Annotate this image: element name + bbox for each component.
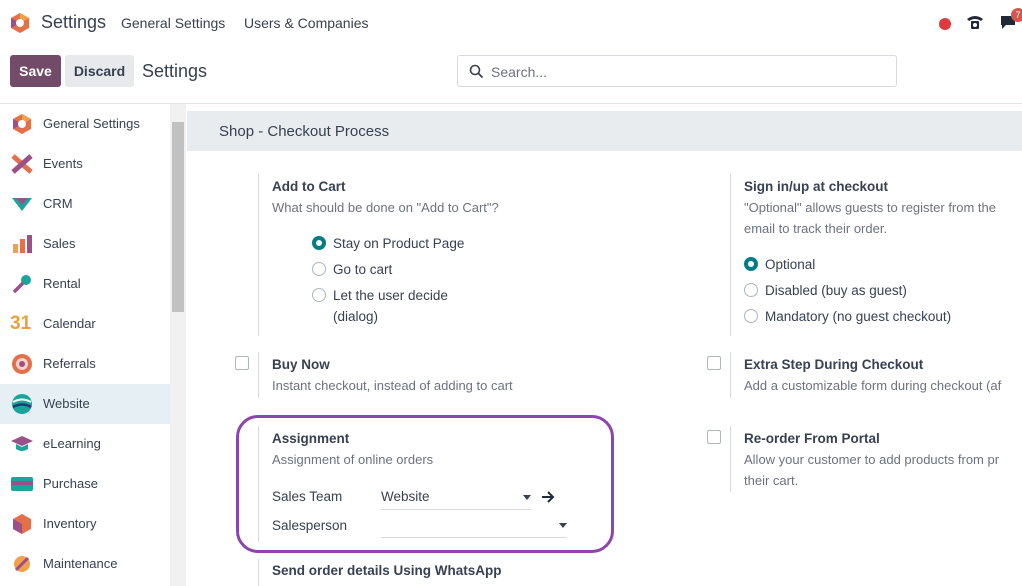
search-icon bbox=[469, 64, 484, 79]
purchase-card-icon bbox=[11, 477, 33, 491]
sidebar-item-label: CRM bbox=[43, 196, 73, 211]
sidebar-item-label: General Settings bbox=[43, 116, 140, 131]
sidebar-item-label: Maintenance bbox=[43, 556, 118, 571]
radio-label: Go to cart bbox=[333, 262, 393, 277]
sidebar-scrollbar-thumb[interactable] bbox=[172, 122, 184, 312]
status-dot-icon[interactable] bbox=[939, 18, 951, 30]
highlight-annotation bbox=[236, 415, 614, 553]
notification-badge: 7 bbox=[1011, 8, 1022, 22]
buy-now-title: Buy Now bbox=[272, 357, 330, 372]
top-navbar: Settings General Settings Users & Compan… bbox=[0, 0, 1022, 46]
reorder-checkbox[interactable] bbox=[707, 430, 721, 444]
section-title: Shop - Checkout Process bbox=[219, 123, 390, 140]
settings-content: Shop - Checkout Process Add to Cart What… bbox=[187, 104, 1022, 586]
extra-step-desc: Add a customizable form during checkout … bbox=[744, 378, 1002, 393]
website-globe-icon bbox=[12, 394, 32, 414]
sidebar-item-label: Website bbox=[43, 396, 90, 411]
setting-divider bbox=[730, 352, 731, 398]
crm-icon bbox=[12, 198, 32, 211]
sidebar-item-label: Sales bbox=[43, 236, 76, 251]
sidebar-item-label: Rental bbox=[43, 276, 81, 291]
radio-disabled[interactable] bbox=[744, 283, 758, 297]
sign-in-title: Sign in/up at checkout bbox=[744, 179, 889, 194]
settings-sidebar: General Settings Events CRM Sales Rental… bbox=[0, 104, 186, 586]
setting-divider bbox=[730, 426, 731, 492]
sidebar-item-label: Referrals bbox=[43, 356, 96, 371]
setting-divider bbox=[258, 174, 259, 336]
sidebar-item-general-settings[interactable]: General Settings bbox=[0, 104, 170, 144]
sidebar-item-events[interactable]: Events bbox=[0, 144, 170, 184]
radio-mandatory[interactable] bbox=[744, 309, 758, 323]
setting-divider bbox=[258, 352, 259, 398]
app-name[interactable]: Settings bbox=[41, 12, 106, 33]
radio-let-user-decide[interactable] bbox=[312, 288, 326, 302]
odoo-logo-icon[interactable] bbox=[9, 12, 31, 34]
sign-in-desc: "Optional" allows guests to register fro… bbox=[744, 200, 997, 215]
reorder-title: Re-order From Portal bbox=[744, 431, 880, 446]
radio-label: Optional bbox=[765, 257, 816, 272]
radio-optional[interactable] bbox=[744, 257, 758, 271]
extra-step-title: Extra Step During Checkout bbox=[744, 357, 924, 372]
radio-label: Disabled (buy as guest) bbox=[765, 283, 907, 298]
search-placeholder: Search... bbox=[491, 64, 548, 80]
sidebar-item-rental[interactable]: Rental bbox=[0, 264, 170, 304]
discard-button[interactable]: Discard bbox=[65, 55, 134, 87]
buy-now-desc: Instant checkout, instead of adding to c… bbox=[272, 378, 513, 393]
radio-label-continued: (dialog) bbox=[333, 309, 379, 324]
buy-now-checkbox[interactable] bbox=[235, 356, 249, 370]
sidebar-item-inventory[interactable]: Inventory bbox=[0, 504, 170, 544]
radio-label: Mandatory (no guest checkout) bbox=[765, 309, 952, 324]
sidebar-item-calendar[interactable]: 31 Calendar bbox=[0, 304, 170, 344]
sidebar-item-referrals[interactable]: Referrals bbox=[0, 344, 170, 384]
elearning-cap-icon bbox=[11, 436, 33, 451]
events-icon bbox=[11, 154, 33, 174]
phone-icon[interactable] bbox=[965, 13, 985, 31]
radio-label: Stay on Product Page bbox=[333, 236, 465, 251]
radio-label: Let the user decide bbox=[333, 288, 448, 303]
calendar-icon: 31 bbox=[10, 313, 32, 334]
sidebar-item-website[interactable]: Website bbox=[0, 384, 170, 424]
radio-go-to-cart[interactable] bbox=[312, 262, 326, 276]
sidebar-item-crm[interactable]: CRM bbox=[0, 184, 170, 224]
extra-step-checkbox[interactable] bbox=[707, 356, 721, 370]
whatsapp-title: Send order details Using WhatsApp bbox=[272, 563, 502, 578]
menu-general-settings[interactable]: General Settings bbox=[121, 15, 225, 31]
rental-key-icon bbox=[12, 275, 31, 294]
sidebar-item-label: eLearning bbox=[43, 436, 101, 451]
sidebar-item-purchase[interactable]: Purchase bbox=[0, 464, 170, 504]
add-to-cart-title: Add to Cart bbox=[272, 179, 346, 194]
sidebar-item-label: Events bbox=[43, 156, 83, 171]
section-header: Shop - Checkout Process bbox=[187, 111, 1022, 151]
maintenance-icon bbox=[14, 556, 30, 572]
sidebar-item-sales[interactable]: Sales bbox=[0, 224, 170, 264]
setting-divider bbox=[730, 174, 731, 336]
setting-divider bbox=[258, 559, 259, 586]
add-to-cart-desc: What should be done on "Add to Cart"? bbox=[272, 200, 499, 215]
save-button[interactable]: Save bbox=[10, 55, 61, 87]
sidebar-item-maintenance[interactable]: Maintenance bbox=[0, 544, 170, 584]
sales-chart-icon bbox=[13, 235, 32, 253]
radio-stay-on-product-page[interactable] bbox=[312, 236, 326, 250]
sign-in-desc-2: email to track their order. bbox=[744, 221, 888, 236]
referrals-icon bbox=[12, 354, 32, 374]
inventory-box-icon bbox=[13, 514, 31, 534]
sidebar-item-label: Purchase bbox=[43, 476, 98, 491]
odoo-hexagon-icon bbox=[13, 114, 31, 134]
sidebar-item-elearning[interactable]: eLearning bbox=[0, 424, 170, 464]
search-input[interactable]: Search... bbox=[457, 55, 897, 87]
menu-users-companies[interactable]: Users & Companies bbox=[244, 15, 369, 31]
reorder-desc-2: their cart. bbox=[744, 473, 799, 488]
breadcrumb-title: Settings bbox=[142, 61, 208, 81]
sidebar-item-label: Calendar bbox=[43, 316, 96, 331]
reorder-desc: Allow your customer to add products from… bbox=[744, 452, 1000, 467]
sidebar-item-label: Inventory bbox=[43, 516, 97, 531]
